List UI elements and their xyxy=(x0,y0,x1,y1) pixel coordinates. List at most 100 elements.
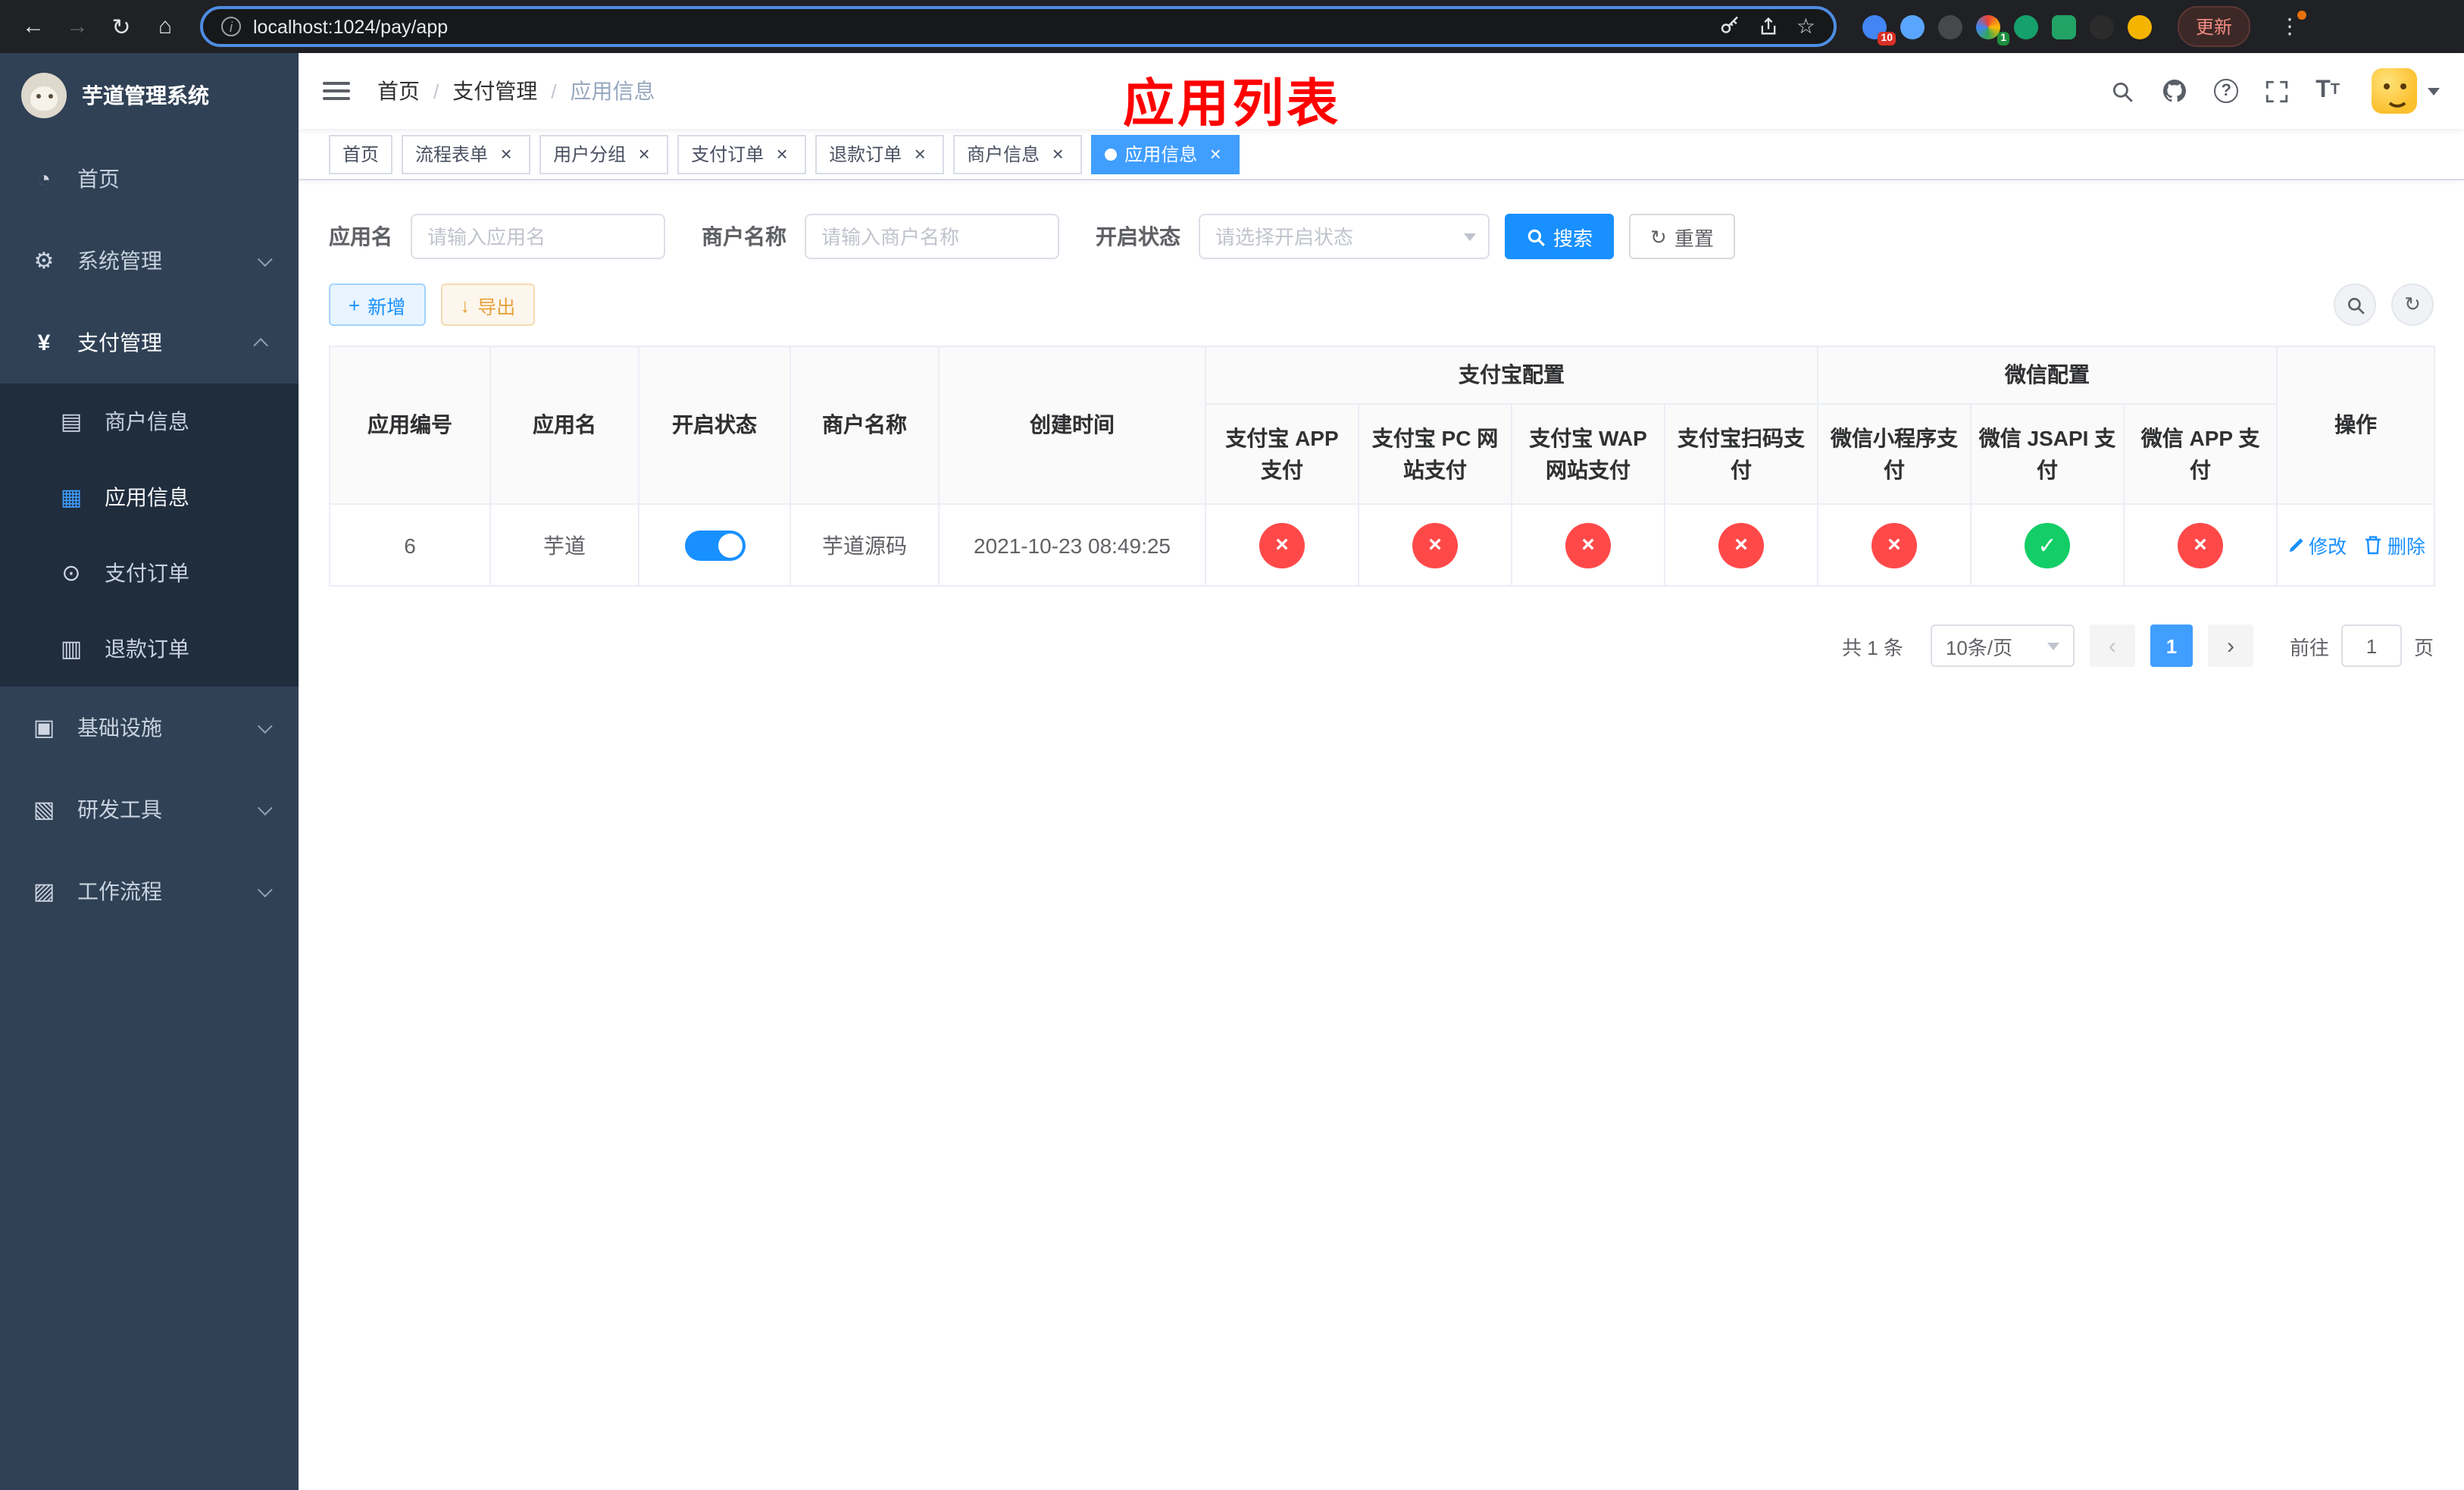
update-notification-dot xyxy=(2297,11,2307,20)
extension-icon[interactable]: 10 xyxy=(1862,14,1896,45)
page-title-annotation: 应用列表 xyxy=(1123,76,1341,133)
extension-badge: 10 xyxy=(1878,31,1896,45)
sidebar-item-refund-orders[interactable]: ▥ 退款订单 xyxy=(0,611,299,687)
sidebar-item-dev-tools[interactable]: ▧ 研发工具 xyxy=(0,768,299,850)
sidebar-item-infrastructure[interactable]: ▣ 基础设施 xyxy=(0,687,299,768)
user-menu[interactable] xyxy=(2372,68,2440,114)
extension-icon[interactable] xyxy=(1938,14,1962,39)
help-icon[interactable]: ? xyxy=(2214,79,2239,103)
tab-user-group[interactable]: 用户分组 × xyxy=(539,134,669,174)
forward-icon[interactable]: → xyxy=(62,14,92,39)
app-shell: 芋道管理系统 ◔ 首页 ⚙ 系统管理 ¥ 支付管理 ▤ 商户信息 ▦ 应用信息 … xyxy=(0,53,2464,1490)
navbar-actions: ? TT xyxy=(2109,68,2440,114)
pagination-total: 共 1 条 xyxy=(1842,636,1903,659)
extension-icon[interactable]: 1 xyxy=(1976,14,2009,45)
edit-button[interactable]: 修改 xyxy=(2286,531,2347,560)
cell-alipay-qr: × xyxy=(1664,503,1818,587)
home-icon[interactable]: ⌂ xyxy=(150,14,180,39)
site-info-icon[interactable]: i xyxy=(221,17,241,36)
refresh-icon: ↻ xyxy=(1650,225,1667,248)
merchant-name-input[interactable] xyxy=(805,214,1059,259)
back-icon[interactable]: ← xyxy=(18,14,48,39)
status-cross-icon: × xyxy=(1871,522,1917,568)
sidebar-item-home[interactable]: ◔ 首页 xyxy=(0,138,299,220)
url-text: localhost:1024/pay/app xyxy=(253,16,449,37)
sidebar-item-label: 首页 xyxy=(77,167,120,191)
add-button[interactable]: + 新增 xyxy=(329,283,426,326)
extension-icon[interactable] xyxy=(2014,14,2038,39)
sidebar-item-system-management[interactable]: ⚙ 系统管理 xyxy=(0,220,299,302)
share-icon[interactable] xyxy=(1759,15,1780,38)
close-icon[interactable]: × xyxy=(771,144,793,164)
sidebar-logo[interactable]: 芋道管理系统 xyxy=(0,53,299,138)
github-icon[interactable] xyxy=(2161,77,2188,105)
cell-created: 2021-10-23 08:49:25 xyxy=(938,503,1206,587)
sidebar-toggle-icon[interactable] xyxy=(323,82,350,100)
search-button-label: 搜索 xyxy=(1553,227,1593,249)
delete-button[interactable]: 删除 xyxy=(2365,531,2425,559)
search-icon[interactable] xyxy=(2109,78,2135,104)
avatar xyxy=(2372,68,2417,114)
close-icon[interactable]: × xyxy=(633,144,655,164)
font-size-icon[interactable]: TT xyxy=(2315,78,2340,103)
tab-refund-orders[interactable]: 退款订单 × xyxy=(815,134,945,174)
refund-doc-icon: ▥ xyxy=(60,637,83,662)
search-button[interactable]: 搜索 xyxy=(1505,214,1615,259)
password-key-icon[interactable] xyxy=(1719,15,1742,38)
reset-button[interactable]: ↻ 重置 xyxy=(1629,214,1735,259)
reload-icon[interactable]: ↻ xyxy=(106,13,136,40)
enabled-toggle[interactable] xyxy=(684,530,745,560)
sidebar: 芋道管理系统 ◔ 首页 ⚙ 系统管理 ¥ 支付管理 ▤ 商户信息 ▦ 应用信息 … xyxy=(0,53,299,1490)
status-select[interactable] xyxy=(1199,214,1490,259)
extension-icon[interactable] xyxy=(2052,14,2076,39)
dashboard-icon: ◔ xyxy=(36,166,52,192)
tab-label: 退款订单 xyxy=(829,144,902,165)
goto-page-input[interactable] xyxy=(2340,624,2402,667)
close-icon[interactable]: × xyxy=(1047,144,1068,164)
pagination: 共 1 条 10条/页 ‹ 1 › 前往 页 xyxy=(329,624,2434,667)
sidebar-item-payment-orders[interactable]: ⊙ 支付订单 xyxy=(0,535,299,611)
tab-label: 流程表单 xyxy=(415,144,489,165)
app-table: 应用编号 应用名 开启状态 商户名称 创建时间 支付宝配置 微信配置 操作 支付… xyxy=(329,346,2436,587)
bookmark-star-icon[interactable]: ☆ xyxy=(1796,14,1815,39)
app-name-input[interactable] xyxy=(411,214,665,259)
browser-menu-icon[interactable]: ⋮ xyxy=(2273,11,2307,39)
close-icon[interactable]: × xyxy=(909,144,930,164)
tab-home[interactable]: 首页 xyxy=(329,134,393,174)
cell-alipay-pc: × xyxy=(1358,503,1512,587)
breadcrumb-item-current: 应用信息 xyxy=(570,79,655,103)
close-icon[interactable]: × xyxy=(496,144,517,164)
breadcrumb-item[interactable]: 首页 xyxy=(377,76,420,106)
col-wechat-app: 微信 APP 支付 xyxy=(2122,403,2278,505)
page-number-button[interactable]: 1 xyxy=(2150,624,2193,667)
search-form: 应用名 商户名称 开启状态 xyxy=(329,214,2434,259)
chrome-update-button[interactable]: 更新 xyxy=(2178,6,2251,47)
sidebar-item-app-info[interactable]: ▦ 应用信息 xyxy=(0,459,299,535)
merchant-name-label: 商户名称 xyxy=(702,224,786,249)
prev-page-button[interactable]: ‹ xyxy=(2089,624,2135,667)
export-button[interactable]: ↓ 导出 xyxy=(440,283,536,326)
page-size-select[interactable]: 10条/页 xyxy=(1930,624,2075,667)
status-select-input[interactable] xyxy=(1199,214,1490,259)
tab-app-info[interactable]: 应用信息 × xyxy=(1091,134,1240,174)
breadcrumb-item[interactable]: 支付管理 xyxy=(452,76,537,106)
sidebar-item-merchant-info[interactable]: ▤ 商户信息 xyxy=(0,383,299,459)
sidebar-item-payment-management[interactable]: ¥ 支付管理 xyxy=(0,302,299,383)
toggle-search-button[interactable] xyxy=(2334,283,2376,326)
col-alipay-qr: 支付宝扫码支付 xyxy=(1664,403,1818,505)
address-bar[interactable]: i localhost:1024/pay/app ☆ xyxy=(200,6,1837,47)
extension-icon[interactable] xyxy=(2090,14,2114,39)
extension-icon[interactable] xyxy=(2128,14,2152,39)
close-icon[interactable]: × xyxy=(1205,144,1226,164)
tab-merchant-info[interactable]: 商户信息 × xyxy=(953,134,1083,174)
browser-toolbar: ← → ↻ ⌂ i localhost:1024/pay/app ☆ 10 1 xyxy=(0,0,2464,53)
tab-label: 支付订单 xyxy=(691,144,765,165)
gear-icon: ⚙ xyxy=(33,249,55,274)
tab-process-form[interactable]: 流程表单 × xyxy=(402,134,531,174)
fullscreen-icon[interactable] xyxy=(2264,78,2290,104)
sidebar-item-workflow[interactable]: ▨ 工作流程 xyxy=(0,850,299,932)
refresh-table-button[interactable]: ↻ xyxy=(2391,283,2434,326)
tab-payment-orders[interactable]: 支付订单 × xyxy=(677,134,807,174)
extension-icon[interactable] xyxy=(1900,14,1925,39)
next-page-button[interactable]: › xyxy=(2207,624,2253,667)
